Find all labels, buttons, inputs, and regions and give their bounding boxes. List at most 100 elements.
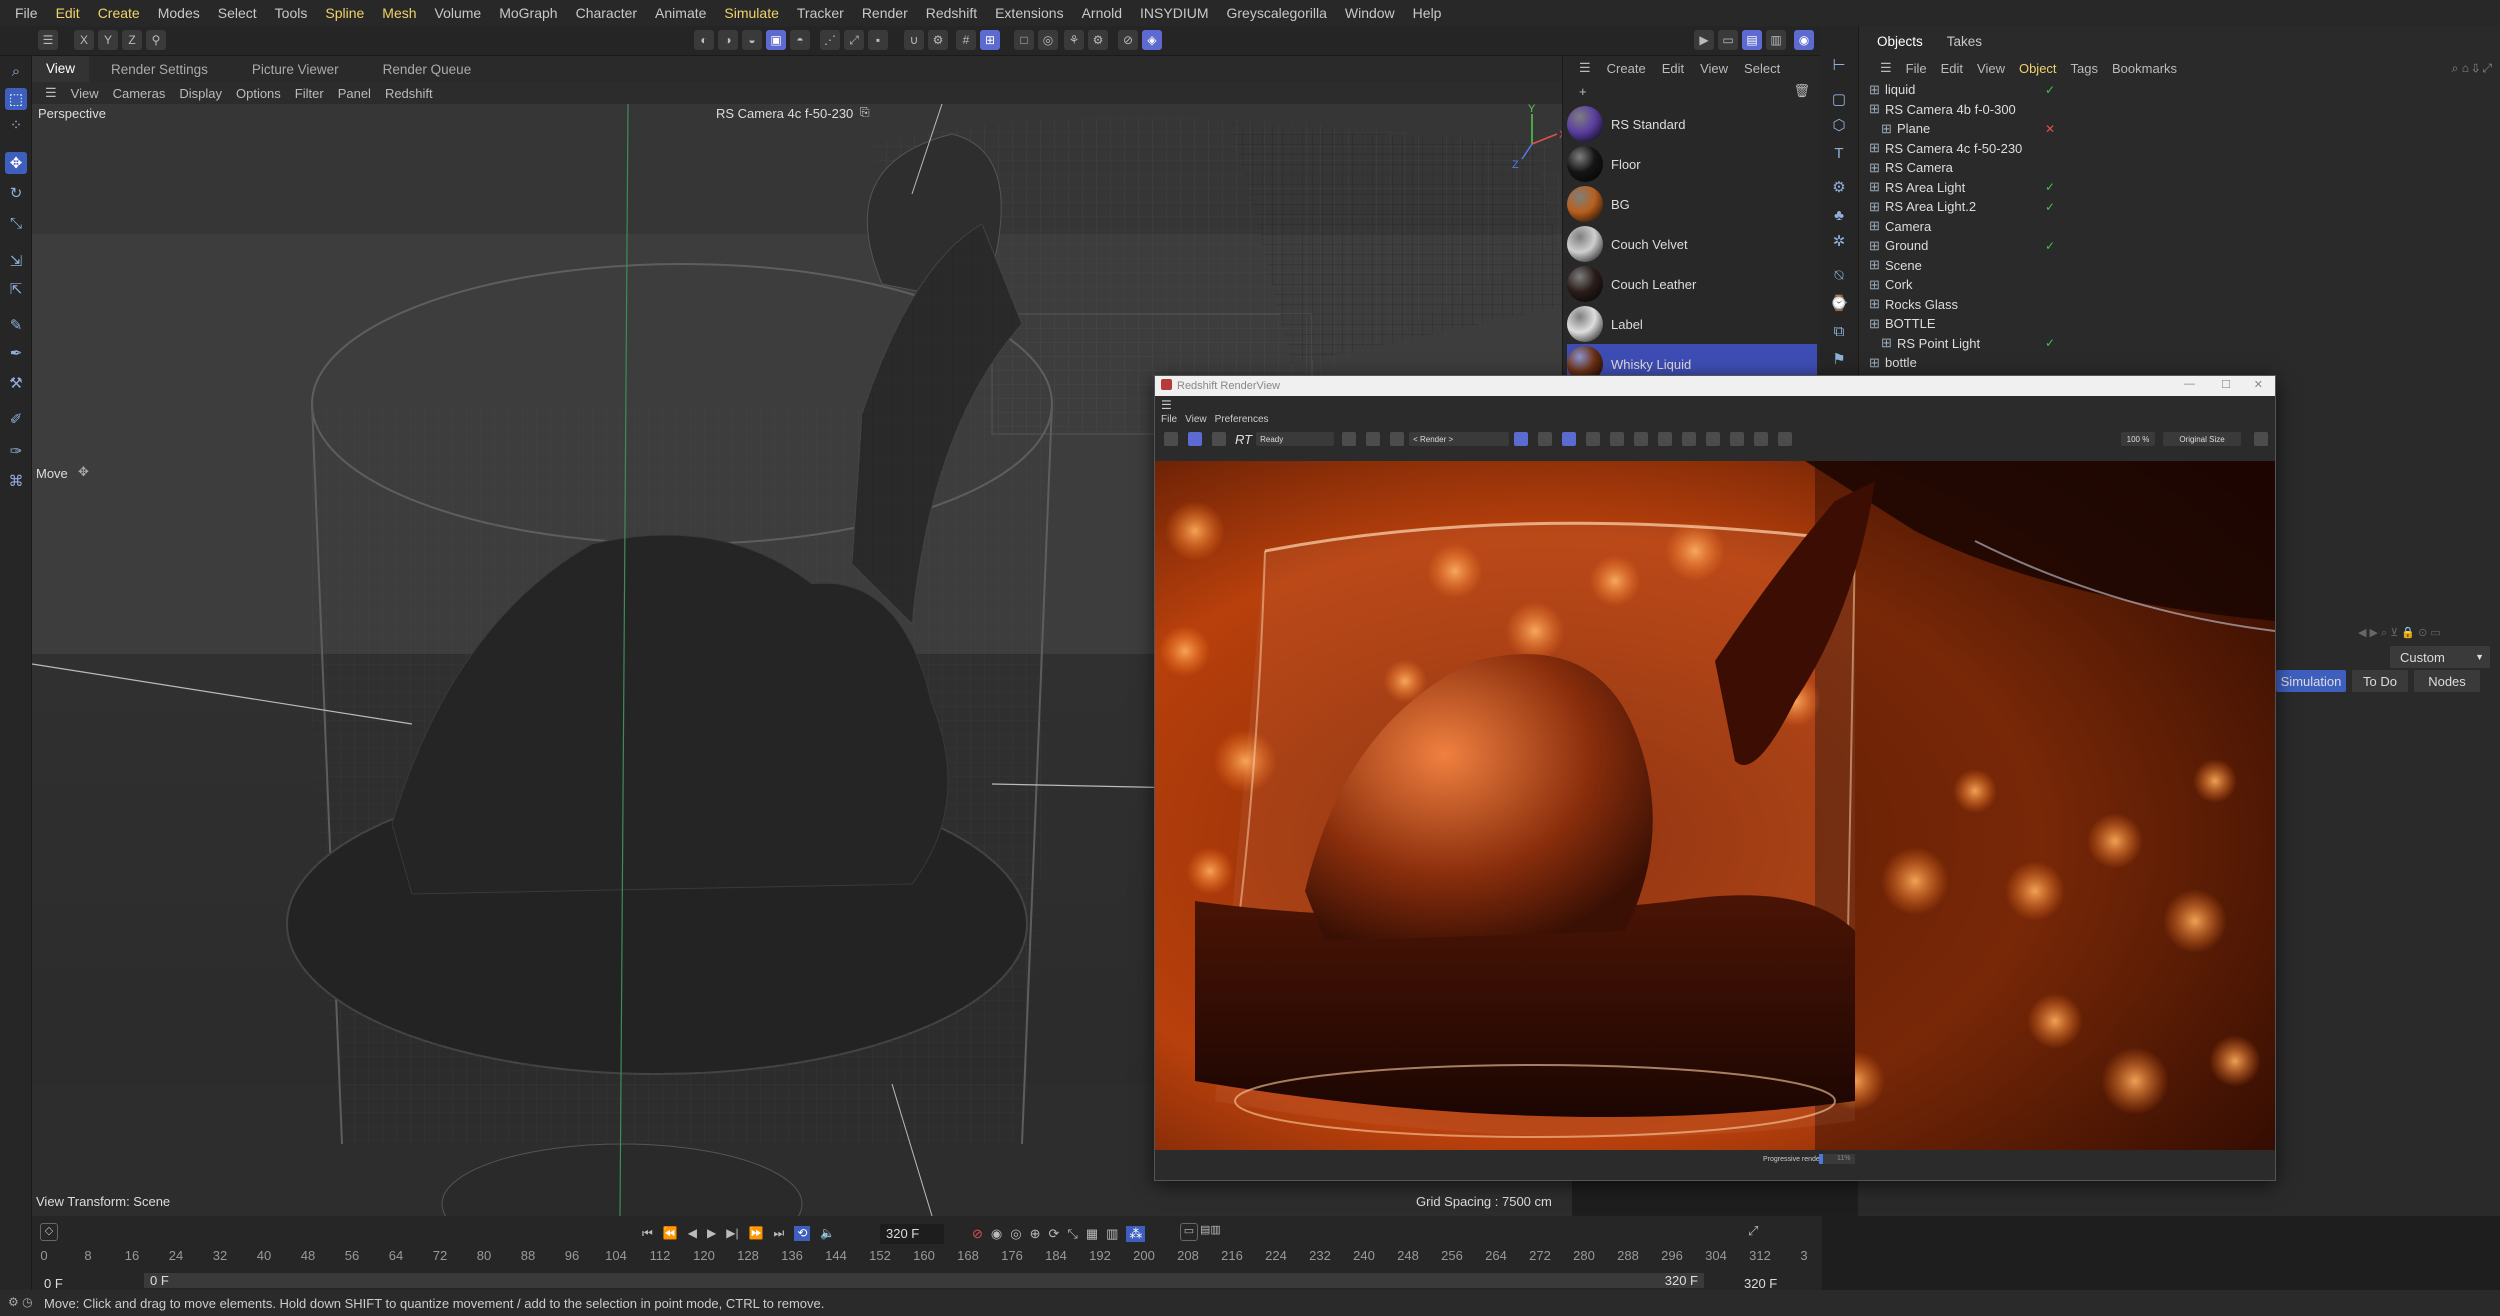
menu-character[interactable]: Character	[567, 5, 646, 21]
live-selection-icon[interactable]: ⁘	[5, 114, 27, 136]
material-menu-select[interactable]: Select	[1736, 61, 1788, 76]
material-menu-create[interactable]: Create	[1599, 61, 1654, 76]
settings-icon[interactable]: ✲	[1828, 230, 1850, 252]
color-picker-icon[interactable]	[1342, 432, 1357, 446]
material-item[interactable]: RS Standard	[1567, 104, 1817, 144]
tab-takes[interactable]: Takes	[1935, 34, 1994, 49]
expand-icon[interactable]: ⊞	[1869, 160, 1880, 176]
object-row[interactable]: ⊞ RS Area Light ✓	[1859, 178, 2500, 198]
viewport-menu-panel[interactable]: Panel	[331, 86, 378, 101]
tab-objects[interactable]: Objects	[1865, 34, 1935, 49]
record-icon[interactable]: ⊘	[972, 1226, 983, 1242]
mograph-icon[interactable]: ♣	[1828, 204, 1850, 226]
object-name[interactable]: RS Point Light	[1897, 336, 1980, 351]
menu-select[interactable]: Select	[209, 5, 266, 21]
object-visibility-check[interactable]: ✓	[2045, 180, 2055, 194]
viewport-menu-display[interactable]: Display	[172, 86, 229, 101]
compare-icon[interactable]	[1682, 432, 1697, 446]
viewport-menu-cameras[interactable]: Cameras	[106, 86, 173, 101]
prev-frame-icon[interactable]: ◀	[688, 1226, 697, 1241]
object-name[interactable]: Rocks Glass	[1885, 297, 1958, 312]
object-visibility-check[interactable]: ✓	[2045, 239, 2055, 253]
object-name[interactable]: RS Area Light	[1885, 180, 1965, 195]
tag-icon[interactable]: ⍉	[1828, 264, 1850, 286]
sphere-icon[interactable]: ⬡	[1828, 114, 1850, 136]
tab-simulation[interactable]: Simulation	[2276, 670, 2346, 692]
render-to-viewer-icon[interactable]: ▤	[1742, 30, 1762, 50]
lock-region-icon[interactable]	[1514, 432, 1529, 446]
attribute-nav-icons[interactable]: ◀ ▶ ⌕ ⊻ 🔒 ⊙ ▭	[2358, 626, 2441, 640]
object-row[interactable]: ⊞ Rocks Glass	[1859, 295, 2500, 315]
bucket-icon[interactable]	[1562, 432, 1577, 446]
camera-icon[interactable]: ⎘	[860, 105, 870, 120]
object-name[interactable]: RS Camera 4b f-0-300	[1885, 102, 2016, 117]
menu-mesh[interactable]: Mesh	[373, 5, 425, 21]
trash-icon[interactable]: 🗑	[1785, 83, 1820, 99]
object-row[interactable]: ⊞ RS Area Light.2 ✓	[1859, 197, 2500, 217]
copy-icon[interactable]	[1730, 432, 1745, 446]
menu-render[interactable]: Render	[853, 5, 917, 21]
objects-menu-bookmarks[interactable]: Bookmarks	[2105, 61, 2184, 76]
objects-menu-view[interactable]: View	[1970, 61, 2012, 76]
object-row[interactable]: ⊞ RS Point Light ✓	[1859, 334, 2500, 354]
tab-render-settings[interactable]: Render Settings	[89, 62, 230, 77]
snowflake-icon[interactable]	[1586, 432, 1601, 446]
object-name[interactable]: Ground	[1885, 238, 1928, 253]
hamburger-icon[interactable]: ☰	[1571, 60, 1599, 76]
menu-insydium[interactable]: INSYDIUM	[1131, 5, 1217, 21]
object-name[interactable]: BOTTLE	[1885, 316, 1936, 331]
expand-icon[interactable]: ⊞	[1869, 140, 1880, 156]
rt-toggle[interactable]: RT	[1235, 432, 1252, 447]
object-name[interactable]: bottle	[1885, 355, 1917, 370]
coordinate-system-icon[interactable]: ⚲	[146, 30, 166, 50]
timeline-range-bar[interactable]: 0 F 320 F	[144, 1273, 1704, 1288]
menu-simulate[interactable]: Simulate	[715, 5, 787, 21]
render-image[interactable]	[1155, 461, 2275, 1150]
renderview-menu-view[interactable]: View	[1185, 414, 1207, 425]
paint-brush-icon[interactable]: ✐	[5, 408, 27, 430]
next-key-icon[interactable]: ⏩	[749, 1226, 764, 1241]
end-frame-field[interactable]: 320 F	[1744, 1276, 1777, 1291]
material-menu-edit[interactable]: Edit	[1654, 61, 1692, 76]
rot-key-icon[interactable]: ⟳	[1049, 1226, 1060, 1242]
hamburger-icon[interactable]: ☰	[1161, 398, 1172, 412]
menu-tracker[interactable]: Tracker	[788, 5, 853, 21]
menu-volume[interactable]: Volume	[426, 5, 491, 21]
object-name[interactable]: liquid	[1885, 82, 1915, 97]
expand-icon[interactable]: ⊞	[1869, 257, 1880, 273]
expand-icon[interactable]	[1658, 432, 1673, 446]
objects-menu-file[interactable]: File	[1899, 61, 1934, 76]
layout-toggle-icon[interactable]: ▭	[1180, 1223, 1198, 1241]
circle-icon[interactable]	[1610, 432, 1625, 446]
viewport-menu-filter[interactable]: Filter	[288, 86, 331, 101]
cube-icon[interactable]: ▢	[1828, 88, 1850, 110]
lock-icon[interactable]: □	[1014, 30, 1034, 50]
render-region-icon[interactable]: ▭	[1718, 30, 1738, 50]
object-visibility-check[interactable]: ✓	[2045, 336, 2055, 350]
pla-key-icon[interactable]: ▥	[1106, 1226, 1118, 1242]
fit-icon[interactable]	[1634, 432, 1649, 446]
expand-icon[interactable]: ⊞	[1869, 179, 1880, 195]
aov-select[interactable]: < Render >	[1409, 432, 1510, 446]
keyframe-selection-icon[interactable]: ◎	[1010, 1226, 1021, 1242]
deformer-icon[interactable]: ⚙	[1828, 176, 1850, 198]
pos-key-icon[interactable]: ⊕	[1030, 1226, 1041, 1242]
material-item[interactable]: BG	[1567, 184, 1817, 224]
add-material-icon[interactable]: +	[1571, 84, 1595, 99]
goto-start-icon[interactable]: ⏮	[642, 1226, 653, 1241]
object-row[interactable]: ⊞ RS Camera 4c f-50-230	[1859, 139, 2500, 159]
crop-icon[interactable]	[1390, 432, 1405, 446]
object-name[interactable]: RS Camera	[1885, 160, 1953, 175]
magnet-icon[interactable]: ⌘	[5, 470, 27, 492]
expand-icon[interactable]: ⊞	[1869, 199, 1880, 215]
point-mode-icon[interactable]: ⋰	[820, 30, 840, 50]
gear-icon[interactable]: ⚙	[1088, 30, 1108, 50]
layout-view-icons[interactable]: ▤▥	[1200, 1223, 1221, 1236]
export-icon[interactable]	[1754, 432, 1769, 446]
axis-y-toggle[interactable]: Y	[98, 30, 118, 50]
start-frame-field[interactable]: 0 F	[44, 1276, 63, 1291]
objects-manager-icon[interactable]: ⊢	[1828, 54, 1850, 76]
range-end-field[interactable]: 320 F	[1665, 1273, 1698, 1288]
play-icon[interactable]: ▶	[707, 1226, 716, 1241]
render-settings-icon[interactable]: ▥	[1766, 30, 1786, 50]
